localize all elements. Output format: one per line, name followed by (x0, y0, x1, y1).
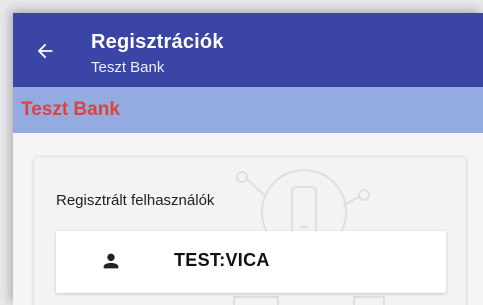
back-button[interactable] (31, 37, 59, 65)
bank-name: Teszt Bank (21, 99, 120, 120)
registrations-card: Regisztrált felhasználók TEST:VICA (33, 156, 467, 305)
device-frame: Regisztrációk Teszt Bank Teszt Bank Regi… (0, 0, 483, 305)
bank-header: Teszt Bank (13, 87, 483, 133)
user-name: TEST:VICA (174, 250, 270, 270)
person-icon (100, 250, 122, 272)
registered-users-label: Regisztrált felhasználók (56, 192, 215, 209)
page-subtitle: Teszt Bank (91, 59, 165, 76)
main-content: Regisztrált felhasználók TEST:VICA (13, 133, 483, 305)
arrow-left-icon (34, 40, 56, 62)
app-bar: Regisztrációk Teszt Bank (13, 13, 483, 87)
user-list-item[interactable]: TEST:VICA (56, 231, 446, 293)
page-title: Regisztrációk (91, 31, 224, 53)
app-screen: Regisztrációk Teszt Bank Teszt Bank Regi… (13, 13, 483, 305)
